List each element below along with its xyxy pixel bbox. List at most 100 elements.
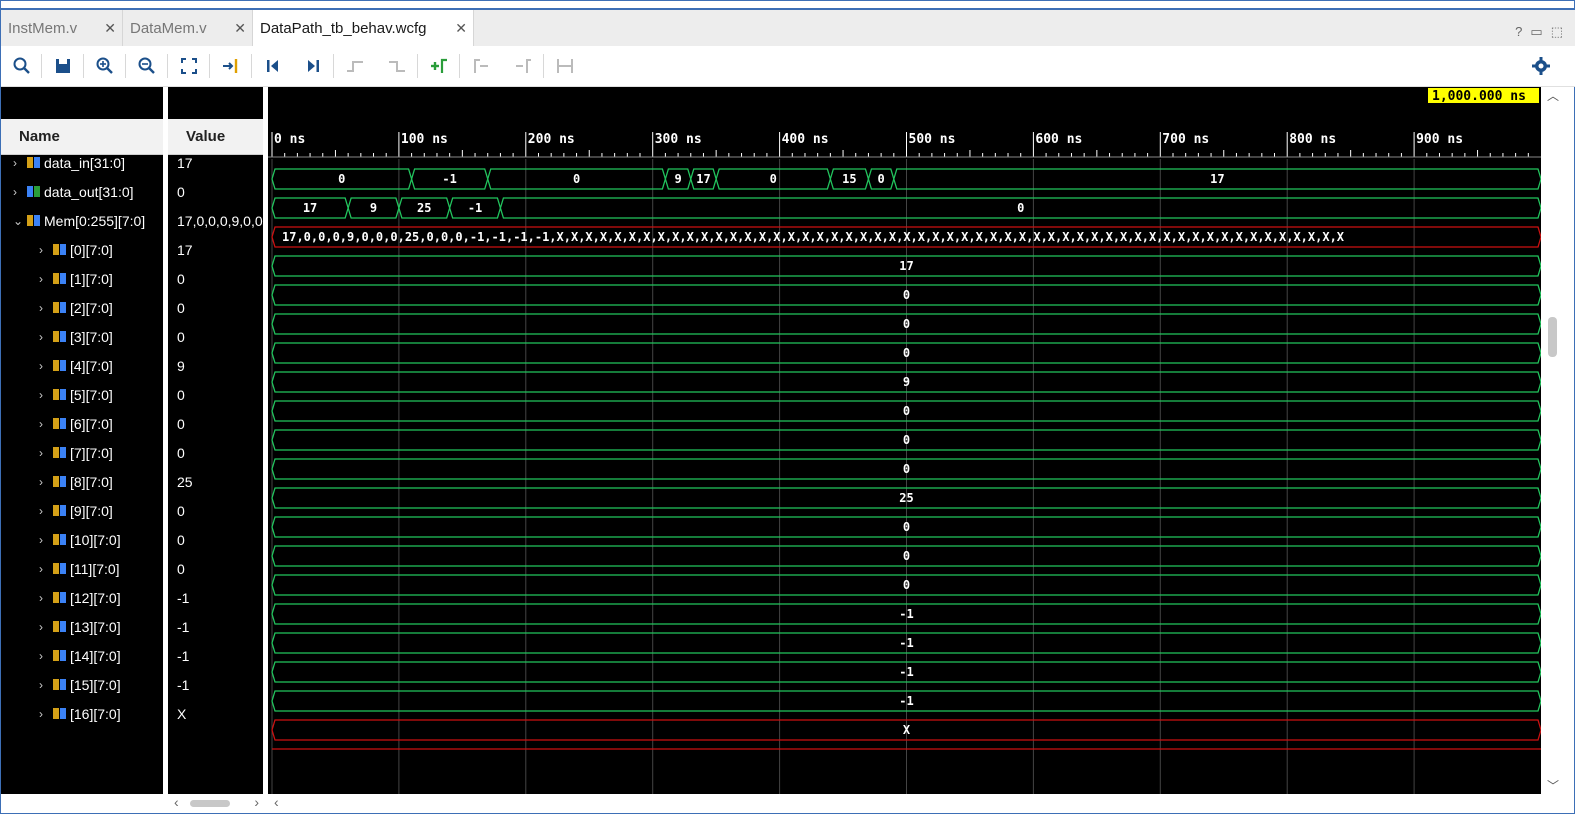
wave-value-label: 17	[696, 172, 710, 186]
chevron-right-icon[interactable]: ›	[39, 359, 51, 373]
ruler-tick-label: 100 ns	[401, 132, 448, 147]
go-to-last-time-icon[interactable]	[301, 54, 325, 78]
scroll-up-icon[interactable]: ︿	[1547, 87, 1559, 104]
chevron-right-icon[interactable]: ›	[39, 330, 51, 344]
signal-row[interactable]: › [6][7:0]	[1, 409, 163, 438]
signal-row[interactable]: › [10][7:0]	[1, 525, 163, 554]
wave-value-label: 0	[573, 172, 580, 186]
signal-name: data_in[31:0]	[44, 154, 125, 171]
chevron-down-icon[interactable]: ⌄	[13, 214, 25, 228]
chevron-right-icon[interactable]: ›	[39, 533, 51, 547]
chevron-right-icon[interactable]: ›	[39, 417, 51, 431]
chevron-right-icon[interactable]: ›	[39, 301, 51, 315]
wave-value-label: 0	[903, 288, 910, 302]
signal-name: [15][7:0]	[70, 676, 121, 693]
signal-row[interactable]: › [0][7:0]	[1, 235, 163, 264]
chevron-right-icon[interactable]: ›	[13, 185, 25, 199]
signal-row[interactable]: › [5][7:0]	[1, 380, 163, 409]
ruler-tick-label: 0 ns	[274, 132, 305, 147]
value-panel: Value 17017,0,0,0,9,0,0,0,25,0,0,0,-1,-1…	[168, 87, 263, 794]
signal-row[interactable]: › [16][7:0]	[1, 699, 163, 728]
tab-datapath-wcfg[interactable]: DataPath_tb_behav.wcfg ✕	[253, 10, 474, 47]
scroll-right-icon[interactable]: ›	[254, 794, 259, 810]
signal-row[interactable]: › [11][7:0]	[1, 554, 163, 583]
tab-label: DataPath_tb_behav.wcfg	[260, 20, 427, 37]
wave-value-label: 25	[417, 201, 431, 215]
waveform-canvas[interactable]: 0 ns 100 ns 200 ns 300 ns 400 ns 500 ns 600 ns…	[268, 87, 1541, 794]
previous-transition-icon[interactable]	[343, 54, 367, 78]
wave-value-label: 17,0,0,0,9,0,0,0,25,0,0,0,-1,-1,-1,-1,X,…	[282, 230, 1345, 244]
go-to-time-0-icon[interactable]	[261, 54, 285, 78]
tab-label: DataMem.v	[130, 20, 207, 37]
next-marker-icon[interactable]	[511, 54, 535, 78]
chevron-right-icon[interactable]: ›	[39, 243, 51, 257]
chevron-right-icon[interactable]: ›	[39, 649, 51, 663]
zoom-fit-icon[interactable]	[177, 54, 201, 78]
chevron-right-icon[interactable]: ›	[39, 388, 51, 402]
signal-row[interactable]: › [14][7:0]	[1, 641, 163, 670]
signal-row[interactable]: › [8][7:0]	[1, 467, 163, 496]
signal-value: -1	[177, 589, 190, 606]
chevron-right-icon[interactable]: ›	[39, 272, 51, 286]
help-icon[interactable]: ?	[1515, 24, 1522, 40]
search-icon[interactable]	[10, 54, 34, 78]
wave-value-label: 9	[903, 375, 910, 389]
signal-row[interactable]: ⌄ Mem[0:255][7:0]	[1, 206, 163, 235]
close-icon[interactable]: ✕	[104, 20, 116, 37]
signal-row[interactable]: › [12][7:0]	[1, 583, 163, 612]
chevron-right-icon[interactable]: ›	[39, 620, 51, 634]
wave-horizontal-scrollbar[interactable]: ‹	[268, 794, 1541, 812]
chevron-right-icon[interactable]: ›	[13, 156, 25, 170]
close-icon[interactable]: ✕	[455, 20, 467, 37]
ruler-tick-label: 500 ns	[909, 132, 956, 147]
scroll-left-icon[interactable]: ‹	[174, 794, 179, 810]
chevron-right-icon[interactable]: ›	[39, 591, 51, 605]
chevron-right-icon[interactable]: ›	[39, 707, 51, 721]
next-transition-icon[interactable]	[385, 54, 409, 78]
signal-name: [6][7:0]	[70, 415, 113, 432]
signal-row[interactable]: › data_out[31:0]	[1, 177, 163, 206]
scroll-down-icon[interactable]: ﹀	[1547, 777, 1559, 794]
signal-icon	[53, 302, 67, 313]
previous-marker-icon[interactable]	[469, 54, 493, 78]
wave-value-label: -1	[899, 636, 913, 650]
save-icon[interactable]	[51, 54, 75, 78]
signal-value: 0	[177, 560, 185, 577]
add-marker-icon[interactable]	[427, 54, 451, 78]
signal-row[interactable]: › [1][7:0]	[1, 264, 163, 293]
tab-instmem[interactable]: InstMem.v ✕	[1, 10, 123, 47]
signal-row[interactable]: › data_in[31:0]	[1, 148, 163, 177]
wave-value-label: 0	[878, 172, 885, 186]
swap-cursors-icon[interactable]	[553, 54, 577, 78]
signal-row[interactable]: › [9][7:0]	[1, 496, 163, 525]
signal-value: 0	[177, 415, 185, 432]
signal-icon	[53, 273, 67, 284]
chevron-right-icon[interactable]: ›	[39, 504, 51, 518]
close-icon[interactable]: ✕	[234, 20, 246, 37]
signal-row[interactable]: › [7][7:0]	[1, 438, 163, 467]
zoom-out-icon[interactable]	[135, 54, 159, 78]
vertical-scrollbar[interactable]: ︿ ﹀	[1545, 87, 1561, 794]
wave-value-label: 0	[903, 346, 910, 360]
maximize-icon[interactable]: ⬚	[1551, 24, 1563, 40]
signal-row[interactable]: › [15][7:0]	[1, 670, 163, 699]
chevron-right-icon[interactable]: ›	[39, 475, 51, 489]
ruler-tick-label: 700 ns	[1162, 132, 1209, 147]
signal-row[interactable]: › [2][7:0]	[1, 293, 163, 322]
scroll-left-icon[interactable]: ‹	[274, 794, 279, 810]
chevron-right-icon[interactable]: ›	[39, 446, 51, 460]
signal-name: [4][7:0]	[70, 357, 113, 374]
restore-icon[interactable]: ▭	[1530, 24, 1542, 40]
signal-row[interactable]: › [3][7:0]	[1, 322, 163, 351]
scrollbar-thumb[interactable]	[1548, 317, 1557, 357]
scrollbar-thumb[interactable]	[190, 800, 230, 807]
settings-icon[interactable]	[1529, 54, 1553, 78]
chevron-right-icon[interactable]: ›	[39, 678, 51, 692]
zoom-in-icon[interactable]	[93, 54, 117, 78]
signal-row[interactable]: › [13][7:0]	[1, 612, 163, 641]
goto-cursor-icon[interactable]	[219, 54, 243, 78]
chevron-right-icon[interactable]: ›	[39, 562, 51, 576]
signal-row[interactable]: › [4][7:0]	[1, 351, 163, 380]
tab-datamem[interactable]: DataMem.v ✕	[123, 10, 253, 47]
value-horizontal-scrollbar[interactable]: ‹ ›	[168, 794, 263, 812]
